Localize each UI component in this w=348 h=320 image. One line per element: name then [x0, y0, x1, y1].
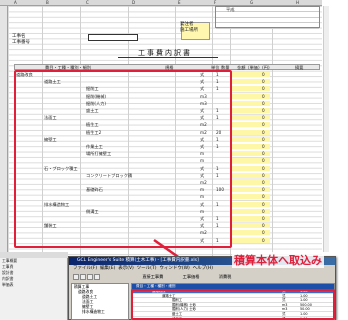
header-info-label: 発注者: [180, 22, 194, 27]
cell-amount: 0: [262, 208, 265, 214]
cell-amount: 0: [262, 151, 265, 157]
project-tree[interactable]: 積算工事 道路改良 道路土工 法面工 擁壁工 排水構造物工: [71, 283, 129, 320]
cell-amount: 0: [262, 187, 265, 193]
header-info-label: 工事番号: [12, 40, 30, 45]
col-a[interactable]: A: [14, 0, 17, 5]
project-name-box[interactable]: [88, 34, 138, 41]
col-d[interactable]: D: [132, 0, 135, 5]
tree-item[interactable]: 排水構造物工: [74, 309, 128, 314]
col-e[interactable]: E: [178, 0, 181, 5]
col-c[interactable]: C: [86, 0, 89, 5]
cell-amount: 0: [262, 115, 265, 121]
cell-amount: 0: [262, 72, 265, 77]
field-label: 消費税: [218, 274, 232, 279]
cell-amount: 0: [262, 100, 265, 106]
new-icon[interactable]: [73, 274, 79, 280]
sidebar-item[interactable]: 単価表: [0, 282, 67, 288]
cell-amount: 0: [262, 180, 265, 185]
save-icon[interactable]: [87, 274, 93, 280]
col-g[interactable]: G: [250, 0, 253, 5]
import-range-highlight: [14, 70, 232, 248]
open-icon[interactable]: [80, 274, 86, 280]
toolbar: 直接工事費 工事価格 消費税: [69, 272, 335, 281]
cell-amount: 0: [262, 172, 265, 178]
col-b[interactable]: B: [46, 0, 49, 5]
cell-amount: 0: [262, 93, 265, 99]
menu-help[interactable]: ヘルプ(H): [193, 266, 213, 271]
cell-amount: 0: [262, 108, 265, 113]
cell-amount: 0: [262, 86, 265, 92]
header-info-label: 施工場所: [180, 28, 198, 33]
cell-amount: 0: [262, 216, 265, 221]
cell-amount: 0: [262, 230, 265, 236]
cell-amount: 0: [262, 122, 265, 128]
cell-amount: 0: [262, 79, 265, 85]
cell-amount: 0: [262, 129, 265, 135]
title-underline: [118, 57, 218, 58]
print-icon[interactable]: [94, 274, 100, 280]
cell-amount: 0: [262, 201, 265, 207]
cell-amount: 0: [262, 237, 265, 243]
col-h[interactable]: H: [296, 0, 299, 5]
header-info-label: 工事名: [12, 34, 26, 39]
cell-amount: 0: [262, 144, 265, 149]
cell-amount: 0: [262, 136, 265, 142]
menu-window[interactable]: ウィンドウ(W): [159, 266, 189, 271]
field-label: 工事価格: [182, 274, 200, 279]
menu-edit[interactable]: 編集(E): [100, 266, 115, 271]
menu-view[interactable]: 表示(V): [118, 266, 134, 271]
imported-range-highlight: [131, 289, 335, 320]
import-callout: 積算本体へ取込み: [232, 252, 324, 268]
field-label: 直接工事費: [142, 274, 164, 279]
vertical-scrollbar[interactable]: [323, 6, 329, 252]
sidebar: 工事概要 工事費 設計書 内訳書 単価表: [0, 258, 68, 320]
menu-file[interactable]: ファイル(F): [73, 266, 97, 271]
cell-amount: 0: [262, 223, 265, 229]
cell-amount: 0: [262, 165, 265, 171]
cell-amount: 0: [262, 158, 265, 164]
cell-amount: 0: [262, 194, 265, 200]
col-f[interactable]: F: [214, 0, 216, 5]
date-table: 平成: [215, 6, 320, 29]
menu-tools[interactable]: ツール(T): [137, 266, 157, 271]
